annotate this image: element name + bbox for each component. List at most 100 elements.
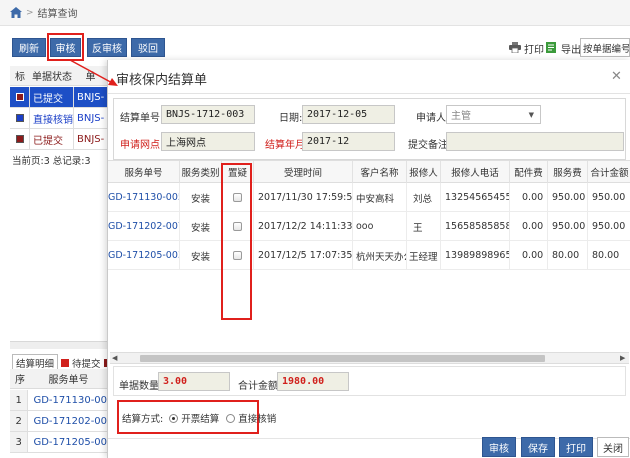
print-button[interactable]: 打印 xyxy=(559,437,593,457)
export-icon xyxy=(546,41,558,56)
scroll-right-arrow-icon[interactable]: ▶ xyxy=(620,354,625,362)
status-flag-icon xyxy=(15,135,24,143)
title-divider xyxy=(108,93,630,94)
applicant-select[interactable]: 主管 ▼ xyxy=(446,105,541,124)
row-service-no: GD-171205-003 xyxy=(33,436,107,448)
cell-reporter-phone: 13254565455 xyxy=(441,183,510,212)
refresh-button[interactable]: 刷新 xyxy=(12,38,46,57)
breadcrumb: > 结算查询 xyxy=(0,0,630,26)
tab-pending[interactable]: 待提交 xyxy=(72,356,101,370)
detail-table: 服务单号 服务类别 置疑 受理时间 客户名称 报修人 报修人电话 配件费 服务费… xyxy=(108,160,630,352)
bottom-grid-row[interactable]: 2 GD-171202-007 xyxy=(10,411,107,432)
settle-method-label: 结算方式: xyxy=(122,414,164,425)
remark-field[interactable] xyxy=(446,132,624,151)
header-reporter: 报修人 xyxy=(407,161,441,183)
doubt-column-highlight xyxy=(221,163,252,320)
print-tool[interactable]: 打印 xyxy=(509,41,544,56)
bottom-grid-header-no: 服务单号 xyxy=(48,375,89,386)
cell-parts-fee: 0.00 xyxy=(510,241,548,270)
cell-service-no[interactable]: GD-171130-005 xyxy=(108,183,180,212)
cell-service-fee: 950.00 xyxy=(548,212,588,241)
left-grid-header-flag: 标 xyxy=(15,72,25,83)
outlet-field[interactable]: 上海网点 xyxy=(161,132,255,151)
cell-accept-time: 2017/12/5 17:07:35 xyxy=(254,241,353,270)
settle-method-group: 结算方式: 开票结算 直接核销 xyxy=(122,411,276,425)
bottom-grid-header-seq: 序 xyxy=(15,375,25,386)
cell-service-no[interactable]: GD-171205-003 xyxy=(108,241,180,270)
cell-service-no[interactable]: GD-171202-007 xyxy=(108,212,180,241)
scroll-left-arrow-icon[interactable]: ◀ xyxy=(112,354,117,362)
count-field: 3.00 xyxy=(158,372,230,391)
cell-service-type: 安装 xyxy=(180,241,222,270)
amount-label: 合计金额: xyxy=(238,381,282,392)
reject-button[interactable]: 驳回 xyxy=(131,38,165,57)
date-field[interactable]: 2017-12-05 xyxy=(302,105,395,124)
service-no-text: GD-171202-007 xyxy=(108,221,180,232)
home-icon[interactable] xyxy=(10,7,22,18)
status-flag-icon xyxy=(15,93,24,101)
cell-service-fee: 950.00 xyxy=(548,183,588,212)
cell-reporter: 王经理 xyxy=(407,241,441,270)
radio-direct[interactable] xyxy=(226,413,236,423)
settle-no-field[interactable]: BNJS-1712-003 xyxy=(161,105,255,124)
bottom-grid-header: 序 服务单号 xyxy=(10,369,107,389)
row-no: BNJS- xyxy=(77,133,105,145)
table-horizontal-scrollbar[interactable]: ◀ ▶ xyxy=(110,352,629,364)
review-button[interactable]: 审核 xyxy=(50,38,81,57)
left-grid-row[interactable]: 直接核销 BNJS- xyxy=(10,108,107,129)
header-total: 合计金额 xyxy=(590,168,629,179)
unreview-button[interactable]: 反审核 xyxy=(87,38,127,57)
pending-flag-icon xyxy=(61,358,70,367)
cell-service-fee: 80.00 xyxy=(548,241,588,270)
header-service-type: 服务类别 xyxy=(180,161,222,183)
cell-parts-fee: 0.00 xyxy=(510,212,548,241)
row-service-no: GD-171202-007 xyxy=(33,415,107,427)
cell-service-type: 安装 xyxy=(180,183,222,212)
review-dialog: 审核保内结算单 ✕ 结算单号: BNJS-1712-003 日期: 2017-1… xyxy=(107,60,630,458)
cell-total: 950.00 xyxy=(592,221,626,232)
row-status: 已提交 xyxy=(30,129,74,149)
breadcrumb-page[interactable]: 结算查询 xyxy=(38,5,78,20)
radio-invoice[interactable] xyxy=(169,413,179,423)
sort-select[interactable]: 按单据编号查 xyxy=(580,38,630,57)
radio-invoice-label[interactable]: 开票结算 xyxy=(181,411,219,425)
export-tool[interactable]: 导出 xyxy=(546,41,581,56)
month-field[interactable]: 2017-12 xyxy=(302,132,395,151)
close-icon[interactable]: ✕ xyxy=(611,69,622,84)
header-reporter-phone: 报修人电话 xyxy=(441,161,510,183)
amount-field: 1980.00 xyxy=(277,372,349,391)
cell-accept-time: 2017/11/30 17:59:52 xyxy=(254,183,353,212)
row-seq: 1 xyxy=(10,390,29,410)
radio-direct-label[interactable]: 直接核销 xyxy=(238,411,276,425)
cell-customer: 杭州天天办公 xyxy=(353,241,407,270)
left-grid-header: 标 单据状态 单 xyxy=(10,66,107,86)
cell-reporter: 王 xyxy=(407,212,441,241)
save-button[interactable]: 保存 xyxy=(521,437,555,457)
row-service-no: GD-171130-005 xyxy=(33,394,107,406)
header-customer: 客户名称 xyxy=(353,161,407,183)
cell-total: 950.00 xyxy=(592,192,626,203)
count-label: 单据数量: xyxy=(119,381,163,392)
left-grid-header-no: 单 xyxy=(85,72,96,83)
review-submit-button[interactable]: 审核 xyxy=(482,437,516,457)
header-service-no: 服务单号 xyxy=(108,161,180,183)
row-seq: 2 xyxy=(10,411,29,431)
left-grid-row[interactable]: 已提交 BNJS- xyxy=(10,129,107,150)
close-button[interactable]: 关闭 xyxy=(597,437,629,457)
row-status: 直接核销 xyxy=(30,108,74,128)
breadcrumb-separator: > xyxy=(26,7,34,18)
scrollbar-thumb[interactable] xyxy=(140,355,545,362)
cell-parts-fee: 0.00 xyxy=(510,183,548,212)
left-grid-row[interactable]: 已提交 BNJS- xyxy=(10,87,107,108)
date-label: 日期: xyxy=(279,113,303,124)
cell-reporter-phone: 13989898965 xyxy=(441,241,510,270)
bottom-grid-row[interactable]: 1 GD-171130-005 xyxy=(10,390,107,411)
service-no-text: GD-171130-005 xyxy=(108,192,180,203)
cell-customer: 中安高科 xyxy=(353,183,407,212)
settle-no-label: 结算单号: xyxy=(120,113,164,124)
applicant-value: 主管 xyxy=(451,111,471,122)
printer-icon xyxy=(509,41,521,56)
bottom-grid-row[interactable]: 3 GD-171205-003 xyxy=(10,432,107,453)
left-horizontal-scrollbar[interactable] xyxy=(10,341,107,349)
applicant-label: 申请人: xyxy=(416,113,450,124)
